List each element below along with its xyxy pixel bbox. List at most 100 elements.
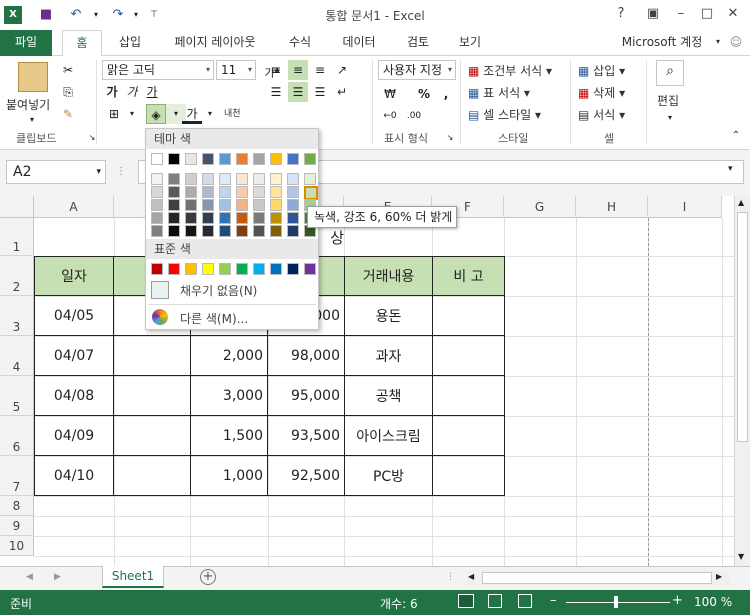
theme-shade-swatch[interactable] [168,225,180,237]
fill-color-icon[interactable]: ◈ [146,104,166,124]
page-layout-view-icon[interactable] [488,594,502,608]
tab-insert[interactable]: 삽입 [110,30,150,56]
theme-shade-swatch[interactable] [202,199,214,211]
row-header-6[interactable]: 6 [0,416,34,456]
theme-shade-swatch[interactable] [202,173,214,185]
theme-shade-swatch[interactable] [270,186,282,198]
cell-balance[interactable]: 92,500 [267,456,345,496]
theme-color-swatch[interactable] [168,153,180,165]
increase-decimal-icon[interactable]: ←0 [380,106,400,126]
cell-styles-button[interactable]: ▤ 셀 스타일 ▾ [468,106,541,123]
theme-color-swatch[interactable] [270,153,282,165]
row-header-8[interactable]: 8 [0,496,34,516]
theme-shade-swatch[interactable] [270,225,282,237]
account-name[interactable]: Microsoft 계정 [612,30,712,56]
scroll-right-icon[interactable]: ▶ [716,572,722,581]
cell-income[interactable] [113,456,191,496]
standard-color-swatch[interactable] [185,263,197,275]
copy-icon[interactable]: ⎘ [58,82,78,102]
tab-formulas[interactable]: 수식 [278,30,322,56]
insert-cells-button[interactable]: ▦ 삽입 ▾ [578,62,625,79]
cell-income[interactable] [113,376,191,416]
ribbon-display-icon[interactable]: ▣ [642,3,664,25]
cell-notes[interactable] [432,376,505,416]
theme-shade-swatch[interactable] [287,212,299,224]
theme-shade-swatch[interactable] [304,173,316,185]
maximize-icon[interactable]: □ [696,3,718,25]
cell-description[interactable]: PC방 [344,456,433,496]
more-colors-option[interactable]: 다른 색(M)... [148,307,316,329]
cell-notes[interactable] [432,296,505,336]
theme-shade-swatch[interactable] [236,186,248,198]
standard-color-swatch[interactable] [202,263,214,275]
account-dropdown-icon[interactable]: ▾ [712,30,724,56]
tab-page-layout[interactable]: 페이지 레이아웃 [160,30,270,56]
expand-formula-icon[interactable]: ▾ [728,164,733,174]
paste-dropdown-icon[interactable]: ▾ [22,110,42,130]
cell-balance[interactable]: 95,000 [267,376,345,416]
theme-shade-swatch[interactable] [287,186,299,198]
theme-color-swatch[interactable] [304,153,316,165]
h-scroll-thumb[interactable] [482,572,712,584]
theme-shade-swatch[interactable] [185,199,197,211]
theme-shade-swatch[interactable] [202,225,214,237]
bold-button[interactable]: 가 [102,82,122,102]
number-format-select[interactable]: 사용자 지정 ▾ [378,60,456,80]
standard-color-swatch[interactable] [253,263,265,275]
page-break-view-icon[interactable] [518,594,532,608]
theme-shade-swatch[interactable] [185,186,197,198]
close-icon[interactable]: ✕ [722,3,744,25]
row-header-5[interactable]: 5 [0,376,34,416]
standard-color-swatch[interactable] [304,263,316,275]
cell-date[interactable]: 04/08 [34,376,114,416]
column-header-i[interactable]: I [648,196,722,218]
help-button[interactable]: ? [610,3,632,25]
add-sheet-icon[interactable]: + [200,569,216,585]
standard-color-swatch[interactable] [270,263,282,275]
name-box[interactable]: A2 ▾ [6,160,106,184]
align-top-icon[interactable]: ≡ [266,60,286,80]
standard-color-swatch[interactable] [151,263,163,275]
format-painter-icon[interactable]: ✎ [58,104,78,124]
cell-description[interactable]: 용돈 [344,296,433,336]
theme-shade-swatch[interactable] [253,186,265,198]
zoom-in-icon[interactable]: + [672,593,683,608]
theme-shade-swatch[interactable] [253,173,265,185]
scroll-up-icon[interactable]: ▲ [738,198,744,207]
tab-data[interactable]: 데이터 [334,30,384,56]
standard-color-swatch[interactable] [219,263,231,275]
theme-color-swatch[interactable] [219,153,231,165]
theme-shade-swatch[interactable] [151,212,163,224]
tab-file[interactable]: 파일 [0,30,52,56]
theme-shade-swatch[interactable] [253,225,265,237]
theme-shade-swatch[interactable] [219,212,231,224]
format-cells-button[interactable]: ▤ 서식 ▾ [578,106,625,123]
row-header-9[interactable]: 9 [0,516,34,536]
theme-shade-swatch[interactable] [185,225,197,237]
theme-shade-swatch[interactable] [151,173,163,185]
theme-shade-swatch[interactable] [270,173,282,185]
scroll-left-icon[interactable]: ◀ [468,572,474,581]
theme-shade-swatch[interactable] [168,173,180,185]
percent-button[interactable]: % [414,84,434,104]
cell-description[interactable]: 과자 [344,336,433,376]
borders-dropdown-icon[interactable]: ▾ [122,104,142,124]
theme-color-swatch[interactable] [253,153,265,165]
header-date[interactable]: 일자 [34,256,114,296]
column-header-h[interactable]: H [576,196,648,218]
row-header-3[interactable]: 3 [0,296,34,336]
cell-expense[interactable]: 1,500 [190,416,268,456]
column-header-g[interactable]: G [504,196,576,218]
horizontal-scrollbar[interactable]: ◀ ▶ [466,570,730,586]
theme-shade-swatch[interactable] [270,212,282,224]
theme-shade-swatch[interactable] [287,173,299,185]
select-all-corner[interactable] [0,196,34,218]
scroll-thumb[interactable] [737,212,748,442]
cell-notes[interactable] [432,416,505,456]
theme-shade-swatch[interactable] [219,225,231,237]
row-header-4[interactable]: 4 [0,336,34,376]
theme-shade-swatch[interactable] [236,212,248,224]
align-left-icon[interactable]: ☰ [266,82,286,102]
zoom-slider[interactable] [566,602,670,603]
cell-date[interactable]: 04/07 [34,336,114,376]
